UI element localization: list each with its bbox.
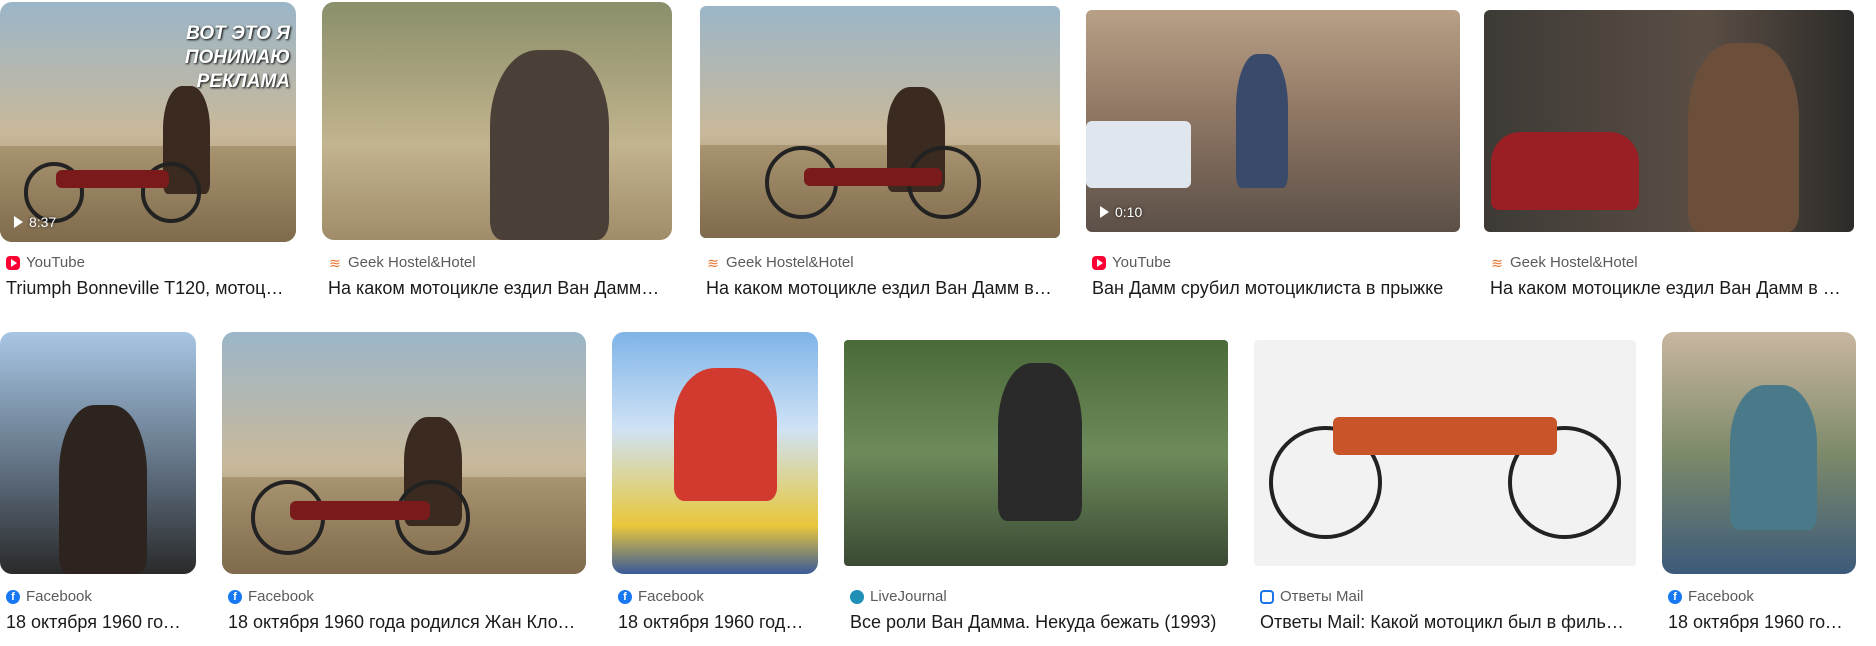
- result-card[interactable]: ≋ Geek Hostel&Hotel На каком мотоцикле ез…: [1484, 0, 1854, 300]
- result-source[interactable]: ≋ Geek Hostel&Hotel: [328, 254, 476, 271]
- geek-icon: ≋: [1491, 254, 1503, 271]
- result-source[interactable]: YouTube: [1092, 254, 1171, 271]
- geek-icon: ≋: [329, 254, 341, 271]
- result-thumbnail[interactable]: [844, 340, 1228, 566]
- source-label: YouTube: [26, 254, 85, 271]
- play-icon: [14, 216, 23, 228]
- result-source[interactable]: LiveJournal: [850, 588, 947, 605]
- result-source[interactable]: f Facebook: [618, 588, 704, 605]
- result-thumbnail[interactable]: [700, 6, 1060, 238]
- result-card[interactable]: Ответы Mail Ответы Mail: Какой мотоцикл …: [1254, 330, 1636, 633]
- source-label: Facebook: [248, 588, 314, 605]
- result-thumbnail[interactable]: [222, 332, 586, 574]
- result-source[interactable]: ≋ Geek Hostel&Hotel: [1490, 254, 1638, 271]
- source-label: YouTube: [1112, 254, 1171, 271]
- result-thumbnail[interactable]: ВОТ ЭТО Я ПОНИМАЮ РЕКЛАМА 8:37: [0, 2, 296, 242]
- result-card[interactable]: ≋ Geek Hostel&Hotel На каком мотоцикле ез…: [322, 0, 672, 300]
- result-card[interactable]: f Facebook 18 октября 1960 года родился Ж…: [612, 330, 818, 633]
- result-title[interactable]: Triumph Bonneville T120, мотоцикл Ван Да…: [6, 278, 288, 299]
- source-label: Facebook: [638, 588, 704, 605]
- result-source[interactable]: ≋ Geek Hostel&Hotel: [706, 254, 854, 271]
- result-title[interactable]: 18 октября 1960 года родился Жан Клод Ва…: [6, 612, 188, 633]
- source-label: Facebook: [26, 588, 92, 605]
- result-card[interactable]: LiveJournal Все роли Ван Дамма. Некуда б…: [844, 330, 1228, 633]
- mail-answers-icon: [1260, 589, 1274, 604]
- facebook-icon: f: [228, 589, 242, 604]
- result-thumbnail[interactable]: [1662, 332, 1856, 574]
- facebook-icon: f: [618, 589, 632, 604]
- result-thumbnail[interactable]: [322, 2, 672, 240]
- result-title[interactable]: Ван Дамм срубил мотоциклиста в прыжке: [1092, 278, 1452, 299]
- source-label: Geek Hostel&Hotel: [726, 254, 854, 271]
- video-duration-badge: 8:37: [14, 214, 56, 230]
- video-duration-badge: 0:10: [1100, 204, 1142, 220]
- source-label: Ответы Mail: [1280, 588, 1364, 605]
- result-card[interactable]: f Facebook 18 октября 1960 года родился Ж…: [0, 330, 196, 633]
- result-card[interactable]: ВОТ ЭТО Я ПОНИМАЮ РЕКЛАМА 8:37 YouTube T…: [0, 0, 296, 300]
- result-title[interactable]: Ответы Mail: Какой мотоцикл был в фильме: [1260, 612, 1628, 633]
- result-card[interactable]: 0:10 YouTube Ван Дамм срубил мотоциклист…: [1086, 0, 1460, 300]
- result-thumbnail[interactable]: [1484, 10, 1854, 232]
- source-label: Geek Hostel&Hotel: [348, 254, 476, 271]
- result-title[interactable]: 18 октября 1960 года родился Жан Клод Ва…: [618, 612, 810, 633]
- thumbnail-overlay-text: ВОТ ЭТО Я ПОНИМАЮ РЕКЛАМА: [184, 23, 290, 92]
- duration-label: 8:37: [29, 214, 57, 230]
- facebook-icon: f: [1668, 589, 1682, 604]
- result-thumbnail[interactable]: [612, 332, 818, 574]
- result-title[interactable]: 18 октября 1960 года родился Жан Клод Ва…: [228, 612, 578, 633]
- youtube-icon: [6, 255, 20, 270]
- source-label: Geek Hostel&Hotel: [1510, 254, 1638, 271]
- result-title[interactable]: Все роли Ван Дамма. Некуда бежать (1993): [850, 612, 1220, 633]
- source-label: Facebook: [1688, 588, 1754, 605]
- result-source[interactable]: YouTube: [6, 254, 85, 271]
- result-title[interactable]: На каком мотоцикле ездил Ван Дамм в филь…: [328, 278, 664, 299]
- geek-icon: ≋: [707, 254, 719, 271]
- result-thumbnail[interactable]: [0, 332, 196, 574]
- result-title[interactable]: На каком мотоцикле ездил Ван Дамм в филь…: [706, 278, 1052, 299]
- result-card[interactable]: f Facebook 18 октября 1960 года родился Ж…: [222, 330, 586, 633]
- play-icon: [1100, 206, 1109, 218]
- result-source[interactable]: Ответы Mail: [1260, 588, 1364, 605]
- result-source[interactable]: f Facebook: [6, 588, 92, 605]
- result-thumbnail[interactable]: 0:10: [1086, 10, 1460, 232]
- youtube-icon: [1092, 255, 1106, 270]
- result-card[interactable]: ≋ Geek Hostel&Hotel На каком мотоцикле ез…: [700, 0, 1060, 300]
- source-label: LiveJournal: [870, 588, 947, 605]
- result-title[interactable]: На каком мотоцикле ездил Ван Дамм в филь…: [1490, 278, 1846, 299]
- result-source[interactable]: f Facebook: [1668, 588, 1754, 605]
- facebook-icon: f: [6, 589, 20, 604]
- result-title[interactable]: 18 октября 1960 года родился Жан Клод Ва…: [1668, 612, 1848, 633]
- livejournal-icon: [850, 589, 864, 604]
- duration-label: 0:10: [1115, 204, 1143, 220]
- result-source[interactable]: f Facebook: [228, 588, 314, 605]
- result-thumbnail[interactable]: [1254, 340, 1636, 566]
- result-card[interactable]: f Facebook 18 октября 1960 года родился Ж…: [1662, 330, 1856, 633]
